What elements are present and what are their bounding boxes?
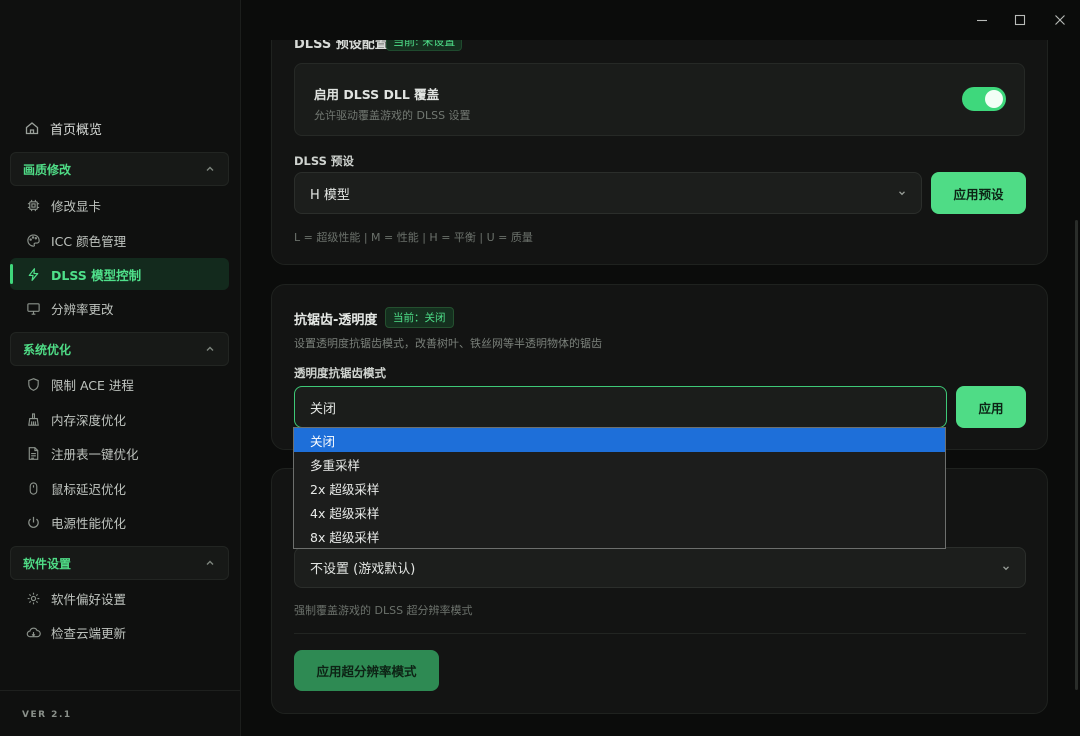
chip-icon bbox=[27, 199, 40, 211]
home-icon bbox=[25, 122, 39, 135]
select-value: H 模型 bbox=[310, 187, 350, 203]
version-label: VER 2.1 bbox=[22, 710, 72, 720]
sidebar-item-preferences[interactable]: 软件偏好设置 bbox=[10, 582, 229, 614]
lightning-icon bbox=[28, 267, 39, 281]
sidebar-item-label: 鼠标延迟优化 bbox=[51, 481, 127, 497]
dropdown-option[interactable]: 4x 超级采样 bbox=[294, 500, 945, 524]
status-badge: 当前：关闭 bbox=[385, 307, 454, 328]
gear-icon bbox=[27, 592, 40, 604]
power-icon bbox=[28, 516, 39, 528]
dll-override-setting: 启用 DLSS DLL 覆盖 允许驱动覆盖游戏的 DLSS 设置 bbox=[294, 63, 1025, 136]
chevron-down-icon bbox=[1003, 566, 1009, 571]
apply-preset-button[interactable]: 应用预设 bbox=[931, 172, 1026, 214]
aa-mode-label: 透明度抗锯齿模式 bbox=[294, 366, 386, 380]
preset-label: DLSS 预设 bbox=[294, 154, 354, 168]
chevron-up-icon bbox=[206, 560, 214, 565]
apply-sr-button[interactable]: 应用超分辨率模式 bbox=[294, 650, 439, 691]
chevron-up-icon bbox=[206, 346, 214, 351]
card-title: 抗锯齿-透明度 bbox=[294, 313, 378, 328]
sidebar-item-label: 内存深度优化 bbox=[51, 412, 127, 428]
broom-icon bbox=[28, 412, 39, 426]
dlss-preset-card: DLSS 预设配置 当前: 未设置 启用 DLSS DLL 覆盖 允许驱动覆盖游… bbox=[271, 4, 1048, 265]
sidebar-item-resolution[interactable]: 分辨率更改 bbox=[10, 292, 229, 324]
sidebar-item-memory[interactable]: 内存深度优化 bbox=[10, 403, 229, 435]
chevron-up-icon bbox=[206, 166, 214, 171]
sidebar-divider bbox=[0, 690, 240, 691]
sr-hint: 强制覆盖游戏的 DLSS 超分辨率模式 bbox=[294, 604, 473, 617]
dropdown-option[interactable]: 关闭 bbox=[294, 428, 945, 452]
sidebar-item-registry[interactable]: 注册表一键优化 bbox=[10, 437, 229, 469]
dll-override-toggle[interactable] bbox=[962, 87, 1006, 111]
dropdown-option[interactable]: 多重采样 bbox=[294, 452, 945, 476]
sidebar-item-label: DLSS 模型控制 bbox=[51, 267, 142, 283]
transparency-aa-card: 抗锯齿-透明度 当前：关闭 设置透明度抗锯齿模式，改善树叶、铁丝网等半透明物体的… bbox=[271, 284, 1048, 450]
sidebar-item-gpu[interactable]: 修改显卡 bbox=[10, 189, 229, 221]
close-icon[interactable] bbox=[1052, 12, 1068, 28]
shield-icon bbox=[28, 377, 39, 391]
sr-mode-select[interactable]: 不设置 (游戏默认) bbox=[294, 547, 1026, 588]
sidebar-item-label: 电源性能优化 bbox=[51, 515, 127, 531]
select-value: 不设置 (游戏默认) bbox=[310, 562, 416, 577]
toggle-description: 允许驱动覆盖游戏的 DLSS 设置 bbox=[314, 109, 471, 122]
select-value: 关闭 bbox=[310, 401, 337, 417]
sidebar-item-label: 分辨率更改 bbox=[51, 301, 114, 317]
sidebar-item-label: 修改显卡 bbox=[51, 198, 102, 214]
dropdown-option[interactable]: 2x 超级采样 bbox=[294, 476, 945, 500]
scrollbar[interactable] bbox=[1075, 220, 1078, 690]
toggle-knob bbox=[985, 90, 1003, 108]
sidebar-item-label: 首页概览 bbox=[50, 122, 103, 138]
preset-hint: L = 超级性能 | M = 性能 | H = 平衡 | U = 质量 bbox=[294, 231, 533, 244]
dropdown-option[interactable]: 8x 超级采样 bbox=[294, 524, 945, 548]
divider bbox=[294, 633, 1026, 634]
sidebar-item-label: 限制 ACE 进程 bbox=[51, 377, 134, 393]
monitor-icon bbox=[27, 302, 40, 315]
group-header-quality[interactable]: 画质修改 bbox=[10, 152, 229, 186]
sidebar: 首页概览 画质修改 修改显卡 ICC 颜色管理 DLSS 模型控制 分辨率更改 … bbox=[0, 0, 241, 736]
palette-icon bbox=[27, 233, 40, 247]
maximize-icon[interactable] bbox=[1012, 12, 1028, 28]
sidebar-item-ace[interactable]: 限制 ACE 进程 bbox=[10, 368, 229, 400]
card-description: 设置透明度抗锯齿模式，改善树叶、铁丝网等半透明物体的锯齿 bbox=[294, 337, 602, 350]
preset-select[interactable]: H 模型 bbox=[294, 172, 922, 214]
cloud-icon bbox=[26, 627, 41, 637]
group-header-settings[interactable]: 软件设置 bbox=[10, 546, 229, 580]
sidebar-item-power[interactable]: 电源性能优化 bbox=[10, 506, 229, 538]
sidebar-item-label: 软件偏好设置 bbox=[51, 591, 127, 607]
group-header-system[interactable]: 系统优化 bbox=[10, 332, 229, 366]
group-title: 画质修改 bbox=[23, 162, 72, 177]
apply-aa-button[interactable]: 应用 bbox=[956, 386, 1026, 428]
group-title: 系统优化 bbox=[23, 342, 72, 357]
title-bar bbox=[241, 0, 1080, 40]
sidebar-item-label: ICC 颜色管理 bbox=[51, 233, 127, 249]
sidebar-item-home[interactable]: 首页概览 bbox=[14, 112, 228, 144]
file-icon bbox=[28, 446, 39, 460]
sidebar-item-label: 注册表一键优化 bbox=[51, 446, 139, 462]
sidebar-item-mouse[interactable]: 鼠标延迟优化 bbox=[10, 472, 229, 504]
toggle-title: 启用 DLSS DLL 覆盖 bbox=[314, 87, 440, 102]
sidebar-item-update[interactable]: 检查云端更新 bbox=[10, 616, 229, 648]
sidebar-item-dlss[interactable]: DLSS 模型控制 bbox=[10, 258, 229, 290]
group-title: 软件设置 bbox=[23, 556, 72, 571]
sidebar-item-label: 检查云端更新 bbox=[51, 625, 127, 641]
minimize-icon[interactable] bbox=[974, 12, 990, 28]
aa-mode-select[interactable]: 关闭 bbox=[294, 386, 947, 428]
mouse-icon bbox=[29, 481, 38, 495]
chevron-down-icon bbox=[899, 191, 905, 196]
aa-mode-dropdown: 关闭 多重采样 2x 超级采样 4x 超级采样 8x 超级采样 bbox=[293, 427, 946, 549]
sidebar-item-icc[interactable]: ICC 颜色管理 bbox=[10, 224, 229, 256]
main-content: DLSS 预设配置 当前: 未设置 启用 DLSS DLL 覆盖 允许驱动覆盖游… bbox=[241, 0, 1080, 736]
